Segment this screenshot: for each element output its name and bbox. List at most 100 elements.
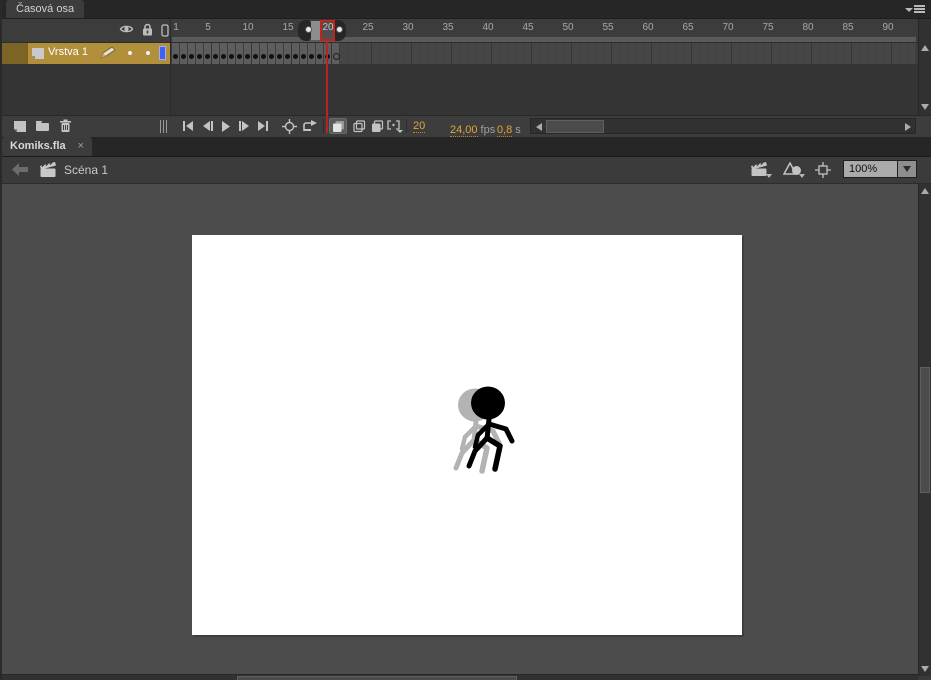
new-layer-button[interactable] xyxy=(11,118,29,134)
stage-hscrollbar-thumb[interactable] xyxy=(237,676,517,680)
edit-symbols-button[interactable] xyxy=(783,162,803,177)
frame-cell[interactable] xyxy=(884,43,892,64)
frame-cell[interactable] xyxy=(660,43,668,64)
frame-cell[interactable] xyxy=(668,43,676,64)
frame-cell[interactable] xyxy=(428,43,436,64)
edit-scene-button[interactable] xyxy=(750,161,770,178)
elapsed-time-indicator[interactable]: 0,8s xyxy=(497,120,521,138)
back-arrow-icon[interactable] xyxy=(12,163,28,176)
frame-cell[interactable] xyxy=(540,43,548,64)
panel-menu-icon[interactable] xyxy=(905,4,925,15)
frame-cell[interactable] xyxy=(892,43,900,64)
frame-cell[interactable] xyxy=(468,43,476,64)
clip-content-crosshair-icon[interactable] xyxy=(815,162,831,178)
frame-cell[interactable] xyxy=(268,43,276,64)
frame-cell[interactable] xyxy=(852,43,860,64)
frame-cell[interactable] xyxy=(220,43,228,64)
frame-cell[interactable] xyxy=(364,43,372,64)
frame-cell[interactable] xyxy=(436,43,444,64)
timeline-scrollbar-thumb[interactable] xyxy=(546,120,604,133)
frame-cell[interactable] xyxy=(372,43,380,64)
frame-cell[interactable] xyxy=(204,43,212,64)
frame-cell[interactable] xyxy=(244,43,252,64)
frame-cell[interactable] xyxy=(308,43,316,64)
frame-cell[interactable] xyxy=(252,43,260,64)
frame-cell[interactable] xyxy=(804,43,812,64)
frame-cell[interactable] xyxy=(604,43,612,64)
frame-cell[interactable] xyxy=(740,43,748,64)
frame-cell[interactable] xyxy=(748,43,756,64)
modify-onion-markers-button[interactable] xyxy=(386,118,404,134)
frame-cell[interactable] xyxy=(692,43,700,64)
frame-cell[interactable] xyxy=(524,43,532,64)
layer-name[interactable]: Vrstva 1 xyxy=(48,46,88,58)
frame-cell[interactable] xyxy=(260,43,268,64)
tab-timeline[interactable]: Časová osa xyxy=(6,0,84,18)
frame-cell[interactable] xyxy=(484,43,492,64)
frame-rate-indicator[interactable]: 24,00fps xyxy=(450,120,495,138)
frame-cell[interactable] xyxy=(652,43,660,64)
frame-cell[interactable] xyxy=(700,43,708,64)
frame-cell[interactable] xyxy=(612,43,620,64)
edit-scene-dropdown-icon[interactable] xyxy=(766,174,772,178)
frame-cell[interactable] xyxy=(276,43,284,64)
frame-cell[interactable] xyxy=(564,43,572,64)
onion-skin-start-handle[interactable] xyxy=(305,26,312,33)
go-to-last-frame-button[interactable] xyxy=(254,118,272,134)
frame-cell[interactable] xyxy=(788,43,796,64)
scroll-down-arrow-icon[interactable] xyxy=(921,104,929,110)
current-frame-indicator[interactable]: 20 xyxy=(413,120,425,133)
frame-cell[interactable] xyxy=(620,43,628,64)
scroll-up-arrow-icon[interactable] xyxy=(921,45,929,51)
lock-layers-icon[interactable] xyxy=(141,23,154,36)
step-back-one-frame-button[interactable] xyxy=(199,118,217,134)
frame-cell[interactable] xyxy=(460,43,468,64)
frame-cell[interactable] xyxy=(812,43,820,64)
frame-cell[interactable] xyxy=(820,43,828,64)
frame-cell[interactable] xyxy=(188,43,196,64)
frame-cell[interactable] xyxy=(388,43,396,64)
scroll-right-arrow-icon[interactable] xyxy=(905,123,911,131)
timeline-vertical-scrollbar[interactable] xyxy=(918,19,931,115)
layer-row[interactable]: Vrstva 1 xyxy=(2,43,931,64)
stage-vertical-scrollbar[interactable] xyxy=(918,184,931,676)
play-button[interactable] xyxy=(217,118,235,134)
frame-cell[interactable] xyxy=(348,43,356,64)
frame-cell[interactable] xyxy=(684,43,692,64)
timeline-horizontal-scrollbar[interactable] xyxy=(530,118,916,134)
frame-cell[interactable] xyxy=(836,43,844,64)
zoom-dropdown-button[interactable] xyxy=(898,160,917,178)
frame-cell[interactable] xyxy=(332,43,340,64)
layer-row-controls[interactable]: Vrstva 1 xyxy=(2,43,170,64)
toolbar-grip-handle[interactable] xyxy=(160,120,168,133)
playhead-line[interactable] xyxy=(326,41,328,133)
frame-cell[interactable] xyxy=(716,43,724,64)
frame-cell[interactable] xyxy=(644,43,652,64)
stage-scroll-down-icon[interactable] xyxy=(921,666,929,672)
center-frame-button[interactable] xyxy=(280,118,298,134)
frame-cell[interactable] xyxy=(628,43,636,64)
close-document-icon[interactable]: × xyxy=(78,140,84,152)
outline-layers-icon[interactable] xyxy=(161,24,169,37)
frame-cell[interactable] xyxy=(756,43,764,64)
frame-cell[interactable] xyxy=(404,43,412,64)
stage-scroll-up-icon[interactable] xyxy=(921,188,929,194)
frame-cell[interactable] xyxy=(588,43,596,64)
frame-cell[interactable] xyxy=(180,43,188,64)
zoom-control[interactable]: 100% xyxy=(843,160,917,178)
layer-visibility-dot[interactable] xyxy=(128,51,132,55)
layer-lock-dot[interactable] xyxy=(146,51,150,55)
frame-cell[interactable] xyxy=(772,43,780,64)
new-folder-button[interactable] xyxy=(33,118,51,134)
frame-cell[interactable] xyxy=(636,43,644,64)
edit-multiple-frames-button[interactable] xyxy=(368,118,386,134)
frame-cell[interactable] xyxy=(596,43,604,64)
edit-symbols-dropdown-icon[interactable] xyxy=(799,174,805,178)
frame-cell[interactable] xyxy=(780,43,788,64)
step-forward-one-frame-button[interactable] xyxy=(235,118,253,134)
frame-cell[interactable] xyxy=(900,43,908,64)
tab-document[interactable]: Komiks.fla× xyxy=(2,137,92,156)
frame-cell[interactable] xyxy=(724,43,732,64)
frame-cell[interactable] xyxy=(828,43,836,64)
frame-cell[interactable] xyxy=(356,43,364,64)
